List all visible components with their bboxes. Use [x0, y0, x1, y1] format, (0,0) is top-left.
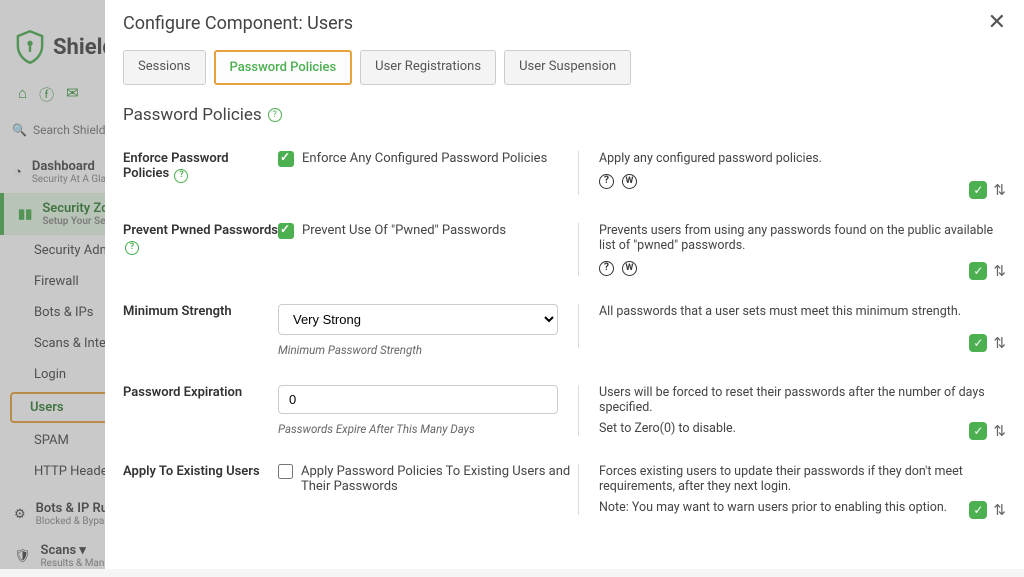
enforce-checkbox-label[interactable]: Enforce Any Configured Password Policies [278, 151, 578, 167]
row-expiration: Password Expiration Passwords Expire Aft… [123, 377, 1006, 456]
enforce-checkbox[interactable] [278, 151, 294, 167]
pwned-desc: Prevents users from using any passwords … [599, 223, 1006, 253]
status-check-icon: ✓ [969, 334, 987, 352]
help-icon[interactable]: ? [268, 108, 282, 122]
strength-desc: All passwords that a user sets must meet… [599, 304, 1006, 319]
expiration-input[interactable] [278, 385, 558, 414]
section-title: Password Policies ? [123, 99, 1006, 143]
help-icon[interactable]: ? [174, 169, 188, 183]
help-link-icon[interactable] [599, 261, 614, 276]
tab-bar: Sessions Password Policies User Registra… [123, 44, 1006, 99]
row-apply-existing: Apply To Existing Users Apply Password P… [123, 456, 1006, 535]
sort-icon[interactable]: ⇅ [993, 181, 1006, 199]
sort-icon[interactable]: ⇅ [993, 422, 1006, 440]
status-check-icon: ✓ [969, 181, 987, 199]
wordpress-icon[interactable] [622, 261, 637, 276]
status-check-icon: ✓ [969, 262, 987, 280]
status-check-icon: ✓ [969, 422, 987, 440]
existing-checkbox-label[interactable]: Apply Password Policies To Existing User… [278, 464, 578, 494]
help-link-icon[interactable] [599, 174, 614, 189]
row-enforce-policies: Enforce Password Policies ? Enforce Any … [123, 143, 1006, 215]
close-icon[interactable]: ✕ [988, 12, 1006, 34]
row-pwned: Prevent Pwned Passwords ? Prevent Use Of… [123, 215, 1006, 296]
tab-password-policies[interactable]: Password Policies [214, 50, 353, 85]
strength-select[interactable]: Very Strong [278, 304, 558, 335]
help-icon[interactable]: ? [125, 241, 139, 255]
pwned-checkbox-label[interactable]: Prevent Use Of "Pwned" Passwords [278, 223, 578, 239]
existing-checkbox[interactable] [278, 464, 293, 479]
sort-icon[interactable]: ⇅ [993, 501, 1006, 519]
pwned-checkbox[interactable] [278, 223, 294, 239]
configure-modal: Configure Component: Users ✕ Sessions Pa… [105, 0, 1024, 569]
modal-title: Configure Component: Users [123, 13, 353, 34]
tab-user-registrations[interactable]: User Registrations [360, 50, 496, 85]
sort-icon[interactable]: ⇅ [993, 334, 1006, 352]
sort-icon[interactable]: ⇅ [993, 262, 1006, 280]
wordpress-icon[interactable] [622, 174, 637, 189]
enforce-desc: Apply any configured password policies. [599, 151, 1006, 166]
status-check-icon: ✓ [969, 501, 987, 519]
tab-user-suspension[interactable]: User Suspension [504, 50, 631, 85]
tab-sessions[interactable]: Sessions [123, 50, 206, 85]
row-min-strength: Minimum Strength Very Strong Minimum Pas… [123, 296, 1006, 377]
